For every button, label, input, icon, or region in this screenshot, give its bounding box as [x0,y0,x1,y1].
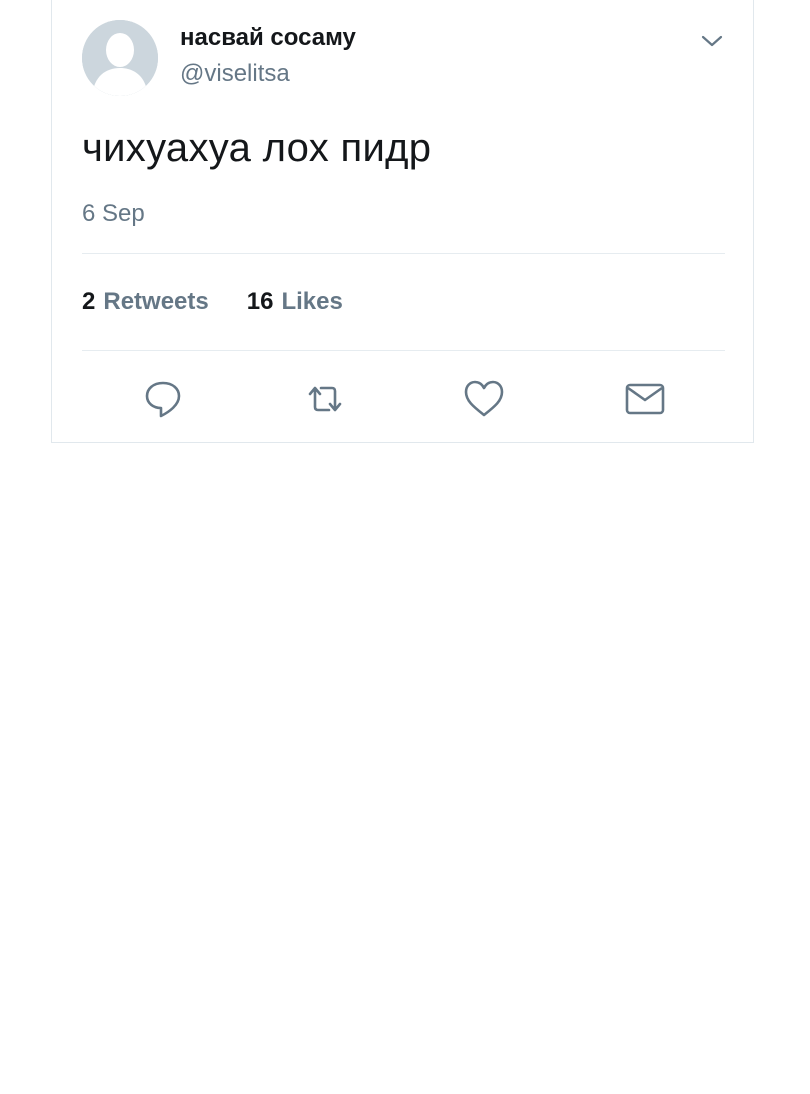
user-handle[interactable]: @viselitsa [180,60,290,88]
divider [82,350,725,351]
likes-stat[interactable]: 16 Likes [247,288,343,316]
tweet-actions [82,372,725,428]
retweet-icon[interactable] [298,372,352,426]
retweets-label: Retweets [103,288,209,315]
tweet-text: чихуахуа лох пидр [82,126,432,170]
message-icon[interactable] [618,372,672,426]
retweets-stat[interactable]: 2 Retweets [82,288,209,316]
likes-label: Likes [281,288,343,315]
retweets-count: 2 [82,288,96,315]
tweet-date[interactable]: 6 Sep [82,200,145,228]
avatar[interactable] [82,20,158,96]
tweet-stats: 2 Retweets 16 Likes [82,288,343,316]
divider [82,253,725,254]
like-icon[interactable] [457,372,511,426]
display-name[interactable]: насвай сосаму [180,24,356,52]
chevron-down-icon[interactable] [699,28,725,54]
tweet-card: насвай сосаму @viselitsa чихуахуа лох пи… [51,0,754,443]
default-avatar-icon [82,20,158,96]
reply-icon[interactable] [136,372,190,426]
likes-count: 16 [246,288,274,315]
